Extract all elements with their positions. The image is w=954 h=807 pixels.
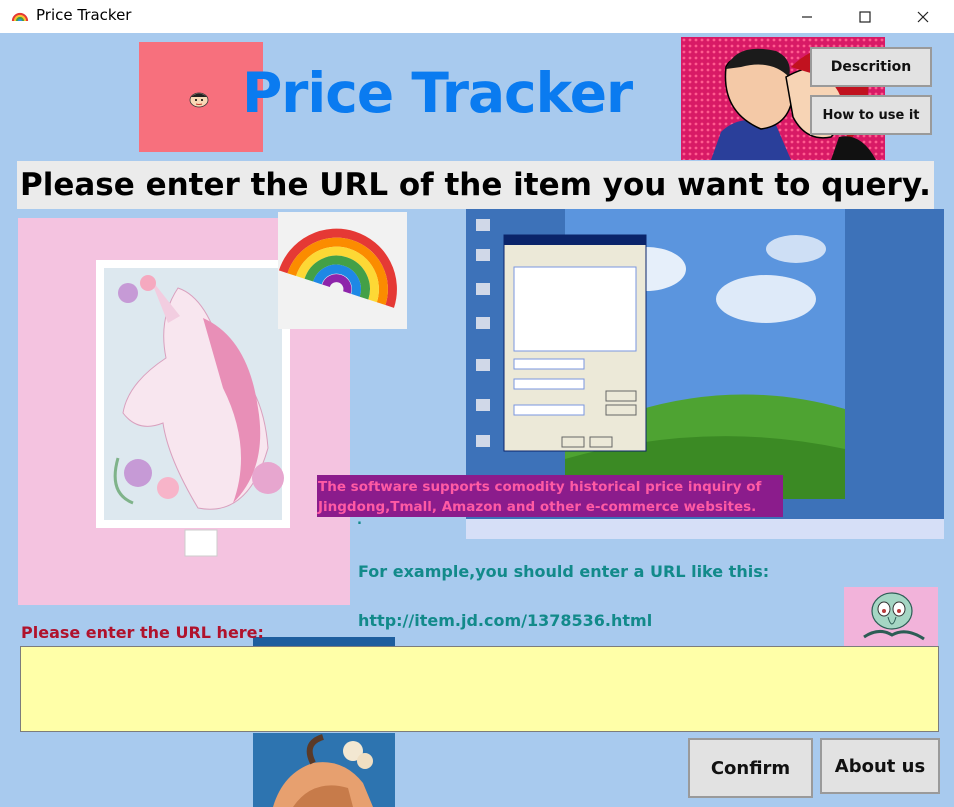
close-icon: [917, 11, 929, 22]
vintage-woman-image: [253, 733, 395, 807]
minimize-icon: [802, 15, 812, 18]
example-label: For example,you should enter a URL like …: [358, 562, 770, 581]
confirm-button[interactable]: Confirm: [688, 738, 813, 798]
window-title: Price Tracker: [36, 6, 132, 24]
maximize-button[interactable]: [836, 0, 894, 33]
vintage-woman-illustration: [253, 733, 395, 807]
maximize-icon: [859, 10, 871, 23]
info-line-2: Jingdong,Tmall, Amazon and other e-comme…: [318, 499, 757, 515]
example-url: http://item.jd.com/1378536.html: [358, 611, 653, 630]
query-prompt-text: Please enter the URL of the item you wan…: [20, 167, 931, 203]
how-to-use-button[interactable]: How to use it: [810, 95, 932, 135]
rainbow-illustration: [278, 228, 397, 308]
rainbow-app-icon: [11, 12, 29, 22]
about-us-button[interactable]: About us: [820, 738, 940, 794]
info-line-1: The software supports comodity historica…: [318, 479, 762, 495]
main-window: Price Tracker Descrition How to use it P…: [0, 33, 954, 807]
url-input-label: Please enter the URL here:: [21, 623, 264, 642]
app-header-title: Price Tracker: [242, 61, 633, 125]
squidward-image: [844, 587, 938, 647]
url-input[interactable]: [20, 646, 939, 732]
minimize-button[interactable]: [778, 0, 836, 33]
close-button[interactable]: [894, 0, 952, 33]
description-button[interactable]: Descrition: [810, 47, 932, 87]
supported-sites-info: The software supports comodity historica…: [317, 475, 783, 517]
query-prompt-banner: Please enter the URL of the item you wan…: [17, 161, 934, 209]
crayon-shin-chan-icon: [189, 92, 209, 108]
rainbow-image: [278, 212, 407, 329]
supported-sites-text: The software supports comodity historica…: [318, 477, 761, 517]
info-dot: .: [357, 513, 362, 528]
squidward-illustration: [863, 592, 925, 641]
title-bar: Price Tracker: [0, 0, 954, 33]
